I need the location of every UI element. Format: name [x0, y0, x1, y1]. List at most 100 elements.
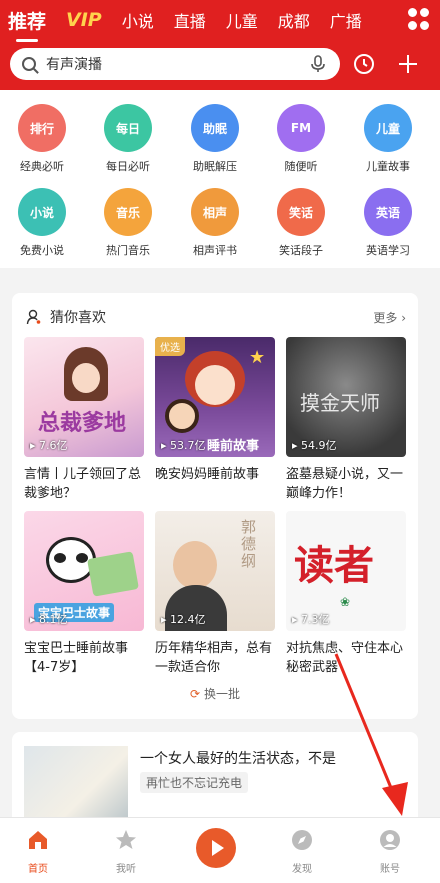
home-icon	[29, 831, 47, 849]
tab-live[interactable]: 直播	[174, 8, 206, 32]
article-title: 一个女人最好的生活状态，不是	[140, 751, 336, 767]
nav-account[interactable]: 账号	[360, 828, 420, 875]
category-grid: 排行 经典必听 每日 每日必听 助眠 助眠解压 FM 随便听 儿童 儿童故事 小…	[0, 90, 440, 268]
category-label: 儿童故事	[366, 160, 410, 173]
article-tag: 再忙也不忘记充电	[140, 772, 249, 793]
play-count: ▸ 8.1亿	[30, 613, 68, 626]
album-title: 晚安妈妈睡前故事	[155, 467, 260, 482]
album-title: 盗墓悬疑小说，又一巅峰力作！	[286, 467, 404, 501]
category-novel[interactable]: 小说 免费小说	[2, 188, 82, 258]
recommend-title: 猜你喜欢	[50, 310, 106, 326]
crosstalk-icon: 相声	[191, 188, 239, 236]
music-icon: 音乐	[104, 188, 152, 236]
play-count: ▸ 7.3亿	[292, 613, 330, 626]
cover-text: 郭德纲	[241, 518, 257, 570]
microphone-icon[interactable]	[308, 54, 328, 74]
category-kids[interactable]: 儿童 儿童故事	[348, 104, 428, 174]
category-label: 相声评书	[193, 244, 237, 257]
more-link[interactable]: 更多 ›	[373, 309, 406, 326]
album-item[interactable]: 读者 ❀ ▸ 7.3亿 对抗焦虑、守住本心秘密武器	[286, 511, 406, 677]
play-count: ▸ 12.4亿	[161, 613, 206, 626]
fm-radio-icon: FM	[277, 104, 325, 152]
play-button[interactable]	[196, 828, 236, 868]
category-music[interactable]: 音乐 热门音乐	[88, 188, 168, 258]
album-item[interactable]: 郭德纲 ▸ 12.4亿 历年精华相声，总有一款适合你	[155, 511, 275, 677]
album-title: 言情丨儿子领回了总裁爹地？	[24, 467, 142, 501]
refresh-button[interactable]: ⟳ 换一批	[12, 685, 418, 702]
category-sleep[interactable]: 助眠 助眠解压	[175, 104, 255, 174]
history-clock-icon[interactable]	[352, 52, 376, 76]
cover-text: 读者	[294, 542, 374, 589]
category-crosstalk[interactable]: 相声 相声评书	[175, 188, 255, 258]
category-jokes[interactable]: 笑话 笑话段子	[261, 188, 341, 258]
english-icon: 英语	[364, 188, 412, 236]
album-cover: 摸金天师 ▸ 54.9亿	[286, 337, 406, 457]
account-icon	[380, 830, 400, 850]
play-count: ▸ 7.6亿	[30, 439, 68, 452]
category-ranking[interactable]: 排行 经典必听	[2, 104, 82, 174]
refresh-icon: ⟳	[189, 687, 201, 701]
compass-icon	[292, 830, 312, 850]
album-title: 宝宝巴士睡前故事【4-7岁】	[24, 641, 129, 675]
tab-kids[interactable]: 儿童	[226, 8, 258, 32]
category-fm[interactable]: FM 随便听	[261, 104, 341, 174]
tab-novel[interactable]: 小说	[122, 8, 154, 32]
nav-label: 账号	[380, 864, 400, 875]
album-item[interactable]: 宝宝巴士故事 ▸ 8.1亿 宝宝巴士睡前故事【4-7岁】	[24, 511, 144, 677]
cover-emblem-icon: ❀	[340, 595, 351, 609]
play-count: ▸ 53.7亿	[161, 439, 206, 452]
recommend-header: 猜你喜欢	[26, 307, 106, 327]
tab-recommend[interactable]: 推荐	[8, 7, 46, 42]
cover-text: 睡前故事	[207, 439, 260, 454]
category-daily[interactable]: 每日 每日必听	[88, 104, 168, 174]
ranking-icon: 排行	[18, 104, 66, 152]
recommend-card: 猜你喜欢 更多 › 总裁爹地 ▸ 7.6亿 言情丨儿子领回了总裁爹地？ 优选 ★…	[12, 293, 418, 719]
top-header: 推荐 VIP 小说 直播 儿童 成都 广播 有声演播	[0, 0, 440, 90]
all-channels-icon[interactable]	[408, 8, 430, 30]
cover-book	[87, 551, 139, 597]
album-cover: 总裁爹地 ▸ 7.6亿	[24, 337, 144, 457]
album-item[interactable]: 总裁爹地 ▸ 7.6亿 言情丨儿子领回了总裁爹地？	[24, 337, 144, 503]
add-plus-icon[interactable]	[396, 52, 420, 76]
nav-home[interactable]: 首页	[8, 828, 68, 875]
tab-vip[interactable]: VIP	[66, 9, 102, 31]
album-title: 历年精华相声，总有一款适合你	[155, 641, 273, 675]
app-root: 推荐 VIP 小说 直播 儿童 成都 广播 有声演播 排行 经典必听 每日 每日…	[0, 0, 440, 883]
search-input[interactable]: 有声演播	[46, 54, 308, 74]
search-icon	[22, 57, 36, 71]
category-label: 随便听	[284, 160, 318, 173]
category-label: 免费小说	[20, 244, 64, 257]
album-cover: 读者 ❀ ▸ 7.3亿	[286, 511, 406, 631]
nav-label: 我听	[116, 864, 136, 875]
sleep-icon: 助眠	[191, 104, 239, 152]
guess-like-icon	[26, 309, 41, 325]
cover-mother-face	[195, 365, 235, 405]
nav-my-listen[interactable]: 我听	[96, 828, 156, 875]
cover-child	[165, 399, 199, 433]
jokes-icon: 笑话	[277, 188, 325, 236]
novel-icon: 小说	[18, 188, 66, 236]
album-cover: 宝宝巴士故事 ▸ 8.1亿	[24, 511, 144, 631]
category-english[interactable]: 英语 英语学习	[348, 188, 428, 258]
top-tabs: 推荐 VIP 小说 直播 儿童 成都 广播	[0, 0, 440, 42]
nav-label: 发现	[292, 864, 312, 875]
cover-panda-eye	[54, 553, 66, 563]
album-item[interactable]: 优选 ★ 睡前故事 ▸ 53.7亿 晚安妈妈睡前故事	[155, 337, 275, 503]
album-cover: 优选 ★ 睡前故事 ▸ 53.7亿	[155, 337, 275, 457]
category-label: 每日必听	[106, 160, 150, 173]
refresh-label: 换一批	[204, 687, 241, 701]
album-item[interactable]: 摸金天师 ▸ 54.9亿 盗墓悬疑小说，又一巅峰力作！	[286, 337, 406, 503]
cover-text: 总裁爹地	[38, 411, 127, 436]
cover-face	[173, 541, 217, 589]
play-count: ▸ 54.9亿	[292, 439, 337, 452]
category-label: 经典必听	[20, 160, 64, 173]
star-icon: ★	[249, 347, 266, 368]
nav-discover[interactable]: 发现	[272, 828, 332, 875]
category-label: 热门音乐	[106, 244, 150, 257]
star-icon	[116, 830, 136, 849]
search-bar[interactable]: 有声演播	[10, 48, 340, 80]
daily-icon: 每日	[104, 104, 152, 152]
tab-radio[interactable]: 广播	[330, 8, 362, 32]
tab-chengdu[interactable]: 成都	[278, 8, 310, 32]
album-cover: 郭德纲 ▸ 12.4亿	[155, 511, 275, 631]
